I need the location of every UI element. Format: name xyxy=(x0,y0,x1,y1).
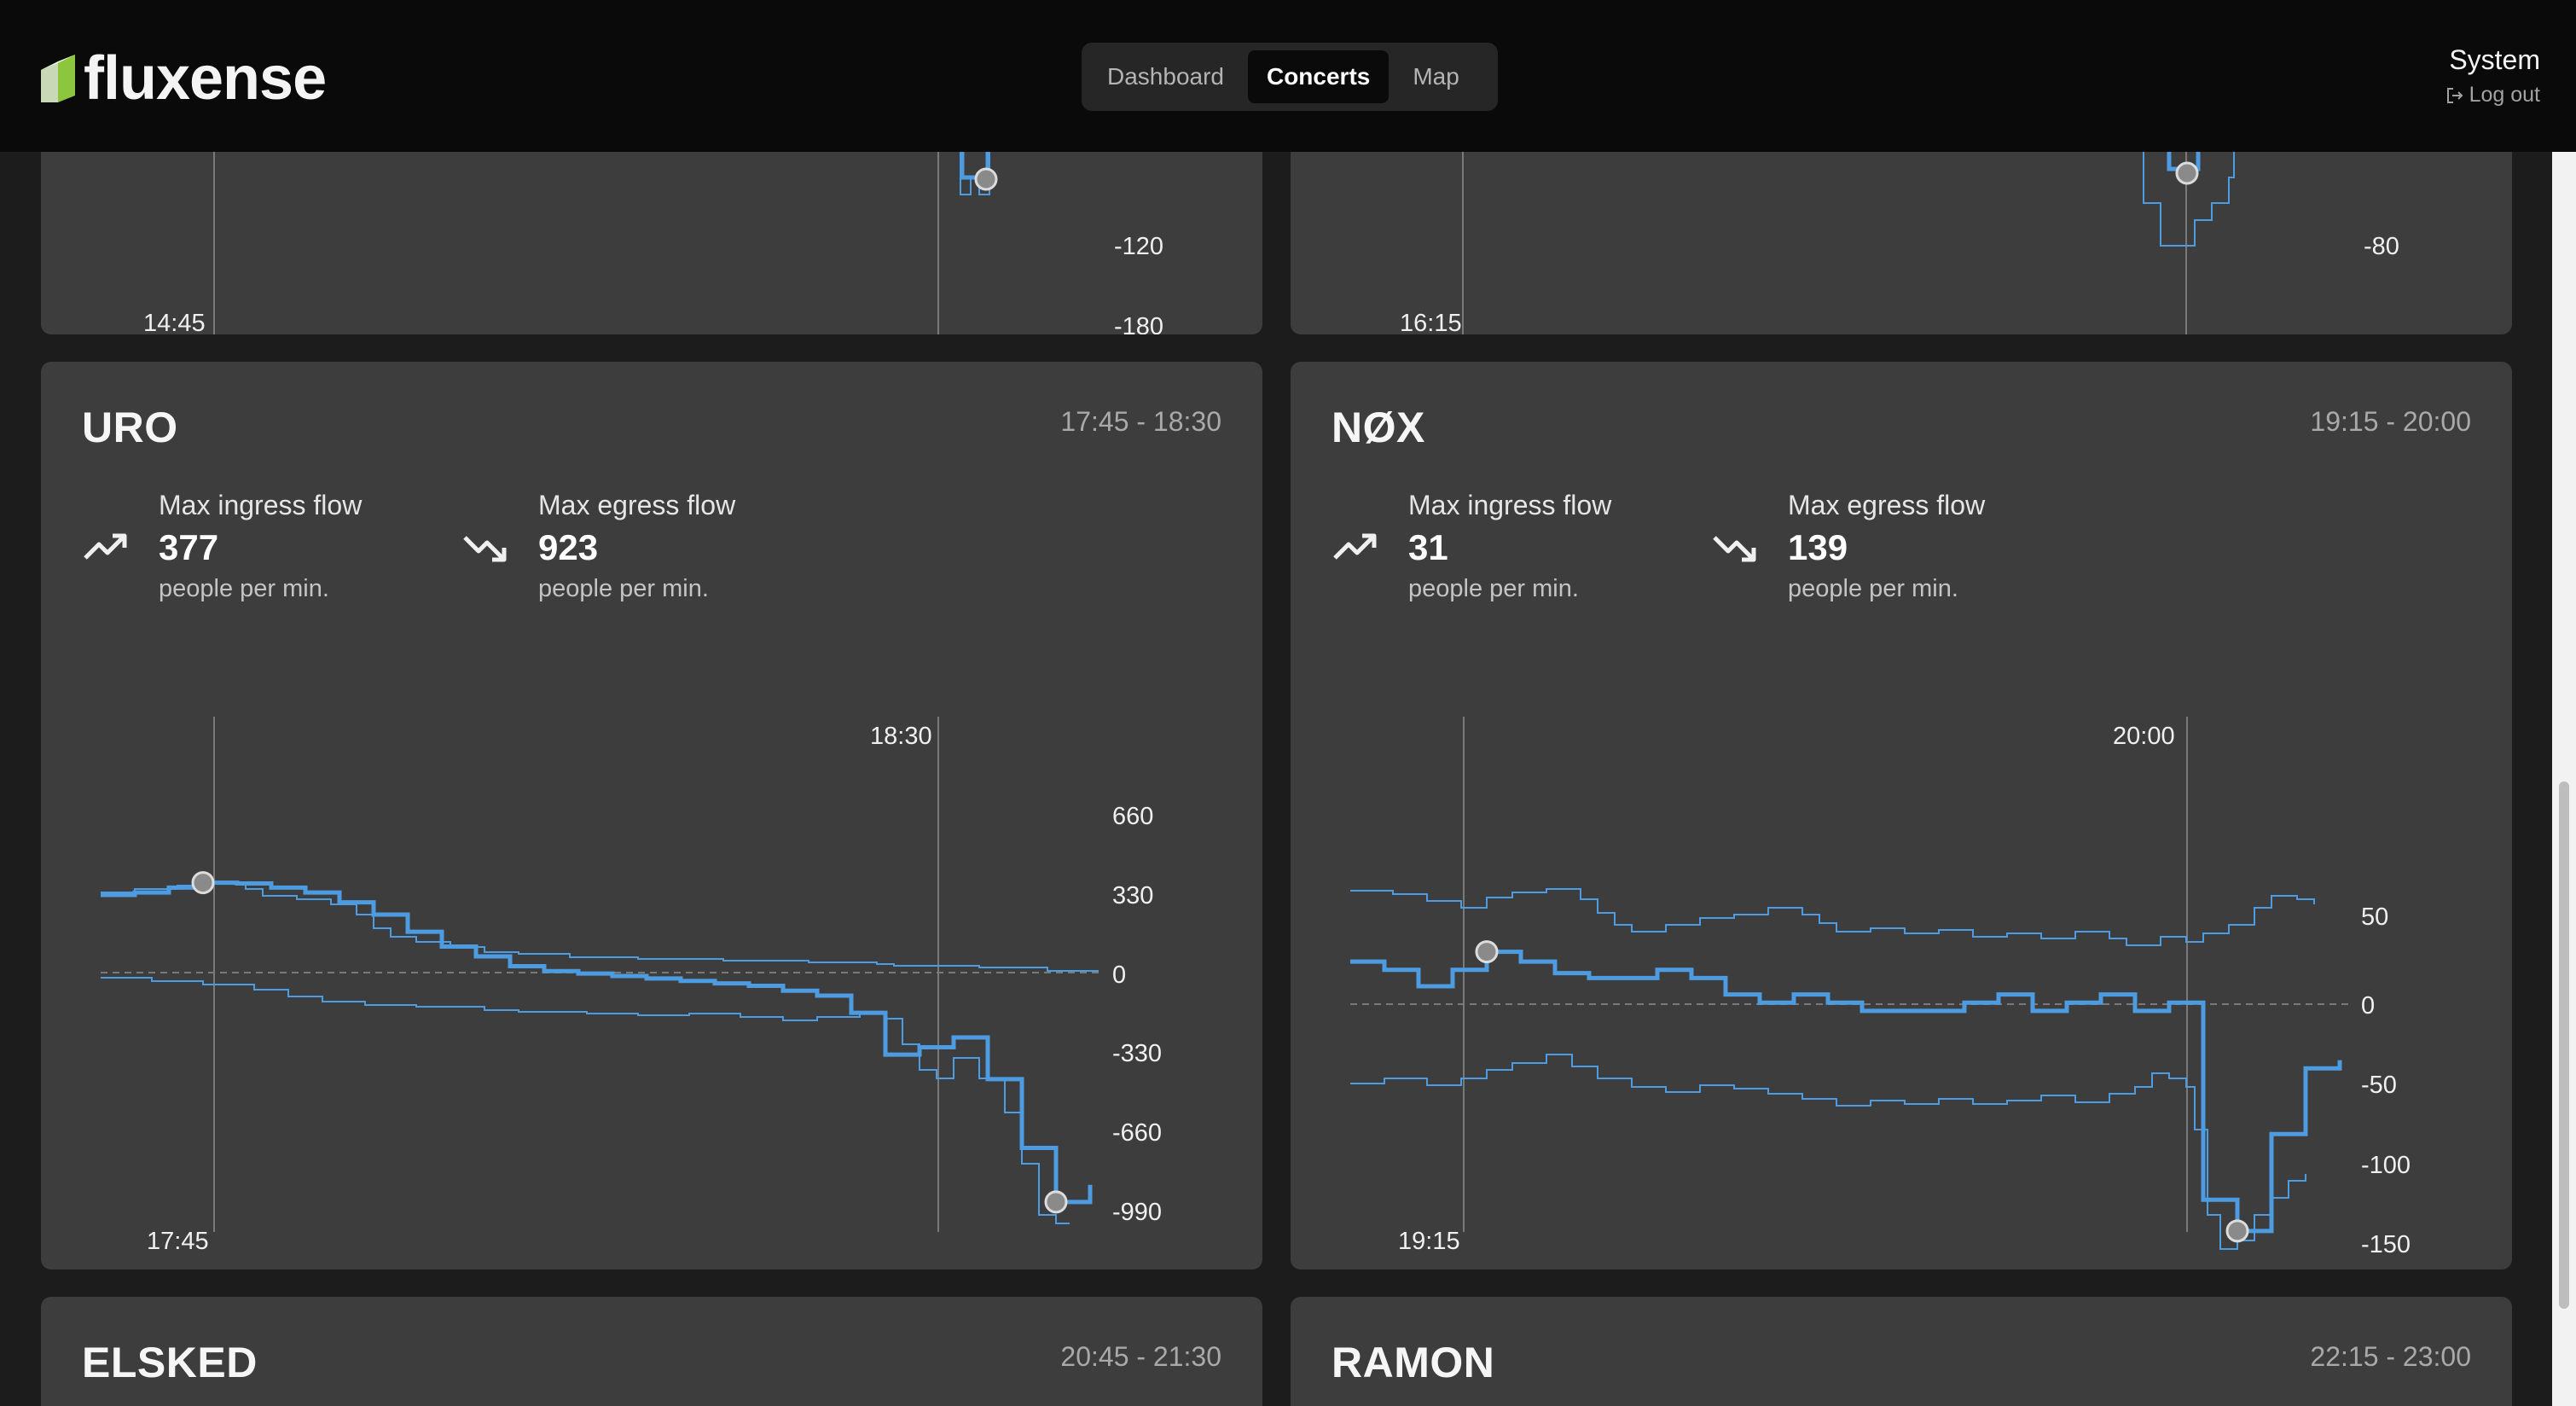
logo-text: fluxense xyxy=(84,44,327,113)
concert-time: 20:45 - 21:30 xyxy=(1060,1341,1221,1372)
scrollbar-thumb[interactable] xyxy=(2559,781,2569,1309)
series-line xyxy=(101,880,1093,1205)
tab-map[interactable]: Map xyxy=(1394,50,1477,103)
y-tick: -120 xyxy=(1114,233,1163,260)
user-menu: System Log out xyxy=(2445,44,2540,107)
concert-card: URO 17:45 - 18:30 Max ingress flow 377 p… xyxy=(41,362,1262,1269)
app-header: fluxense Dashboard Concerts Map System L… xyxy=(0,0,2576,152)
peak-marker xyxy=(1475,940,1499,964)
concert-card: RAMON 22:15 - 23:00 xyxy=(1291,1297,2512,1406)
y-tick: -180 xyxy=(1114,313,1163,334)
concert-name: ELSKED xyxy=(82,1339,258,1386)
peak-marker xyxy=(1044,1190,1068,1214)
concert-name: RAMON xyxy=(1332,1339,1495,1386)
main-nav: Dashboard Concerts Map xyxy=(1082,43,1498,111)
concert-card: NØX 19:15 - 20:00 Max ingress flow 31 pe… xyxy=(1291,362,2512,1269)
x-axis-label: 16:15 xyxy=(1400,310,1462,334)
concert-card: ELSKED 20:45 - 21:30 xyxy=(41,1297,1262,1406)
concert-list: 14:45 -120 -180 16:15 -80 URO 17:45 - 18… xyxy=(0,152,2552,1406)
flow-chart: 16:15 -80 xyxy=(1400,152,2399,334)
x-axis-label: 14:45 xyxy=(143,310,206,334)
logo-icon xyxy=(41,55,75,102)
y-tick: -80 xyxy=(2364,233,2399,260)
tab-concerts[interactable]: Concerts xyxy=(1247,50,1390,103)
scrollbar[interactable] xyxy=(2552,152,2576,1406)
logout-icon xyxy=(2446,87,2463,103)
flow-chart xyxy=(101,717,1104,1232)
concert-card: 16:15 -80 xyxy=(1291,152,2512,334)
user-name: System xyxy=(2449,44,2540,75)
logo[interactable]: fluxense xyxy=(39,44,327,113)
series-line xyxy=(1350,950,2342,1234)
tab-dashboard[interactable]: Dashboard xyxy=(1088,50,1243,103)
peak-marker xyxy=(2225,1219,2249,1243)
concert-time: 22:15 - 23:00 xyxy=(2310,1341,2471,1372)
flow-chart: 14:45 -120 -180 xyxy=(143,152,1163,334)
flow-chart xyxy=(1350,717,2348,1250)
logout-label: Log out xyxy=(2469,83,2540,107)
concert-card: 14:45 -120 -180 xyxy=(41,152,1262,334)
logout-link[interactable]: Log out xyxy=(2445,83,2540,107)
peak-marker xyxy=(191,871,215,895)
